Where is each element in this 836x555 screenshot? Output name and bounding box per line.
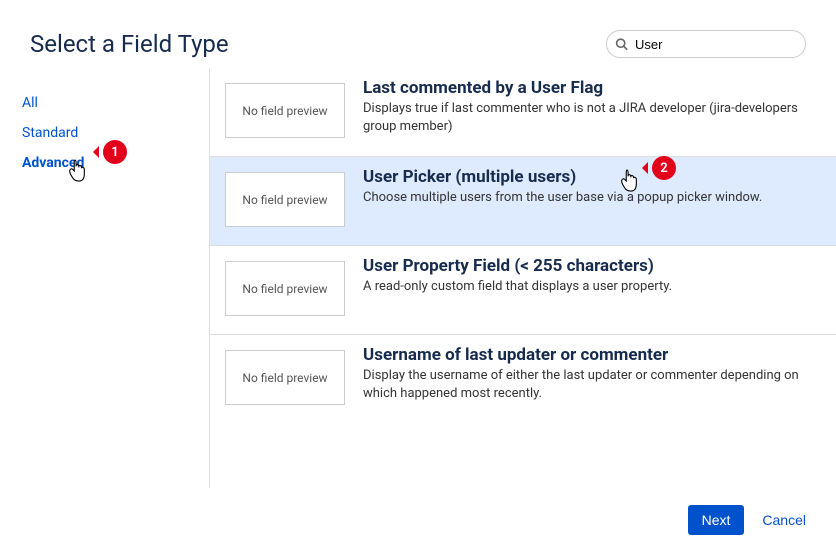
- field-title: User Property Field (< 255 characters): [363, 256, 672, 276]
- field-description: Choose multiple users from the user base…: [363, 189, 762, 207]
- field-preview-placeholder: No field preview: [225, 261, 345, 316]
- field-preview-placeholder: No field preview: [225, 83, 345, 138]
- search-icon: [615, 38, 628, 51]
- field-row[interactable]: No field preview Username of last update…: [210, 335, 836, 423]
- sidebar-item-all[interactable]: All: [22, 88, 209, 118]
- field-row[interactable]: No field preview User Picker (multiple u…: [210, 157, 836, 246]
- field-title: Username of last updater or commenter: [363, 345, 821, 365]
- field-description: Display the username of either the last …: [363, 367, 821, 403]
- sidebar: All Standard Advanced: [0, 68, 210, 488]
- field-preview-placeholder: No field preview: [225, 350, 345, 405]
- field-title: User Picker (multiple users): [363, 167, 762, 187]
- page-title: Select a Field Type: [30, 30, 229, 58]
- field-preview-placeholder: No field preview: [225, 172, 345, 227]
- field-title: Last commented by a User Flag: [363, 78, 821, 98]
- search-input[interactable]: [606, 30, 806, 58]
- field-description: A read-only custom field that displays a…: [363, 278, 672, 296]
- field-row[interactable]: No field preview Last commented by a Use…: [210, 68, 836, 157]
- field-description: Displays true if last commenter who is n…: [363, 100, 821, 136]
- sidebar-item-advanced[interactable]: Advanced: [22, 148, 209, 178]
- field-row[interactable]: No field preview User Property Field (< …: [210, 246, 836, 335]
- search-wrapper: [606, 30, 806, 58]
- sidebar-item-standard[interactable]: Standard: [22, 118, 209, 148]
- cancel-button[interactable]: Cancel: [762, 512, 806, 528]
- field-list: No field preview Last commented by a Use…: [210, 68, 836, 488]
- next-button[interactable]: Next: [688, 505, 745, 535]
